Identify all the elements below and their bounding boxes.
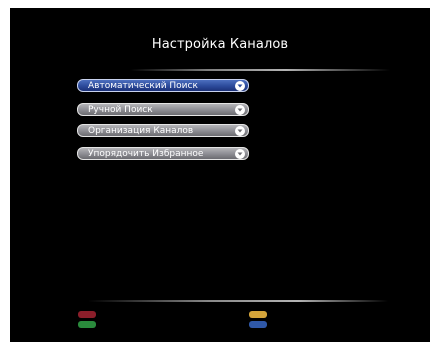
- chevron-down-icon: [235, 81, 245, 91]
- blue-key-button[interactable]: [249, 321, 267, 328]
- tv-screen: [10, 8, 430, 342]
- page-title: Настройка Каналов: [151, 37, 289, 52]
- red-key-button[interactable]: [78, 311, 96, 318]
- yellow-key-button[interactable]: [249, 311, 267, 318]
- menu-item-sort-favorites[interactable]: Упорядочить Избранное: [77, 147, 249, 160]
- title-divider: [130, 69, 390, 71]
- menu-item-label: Ручной Поиск: [88, 105, 153, 115]
- footer-divider: [88, 300, 388, 302]
- green-key-button[interactable]: [78, 321, 96, 328]
- chevron-down-icon: [235, 126, 245, 136]
- menu-item-organize-channels[interactable]: Организация Каналов: [77, 124, 249, 137]
- chevron-down-icon: [235, 105, 245, 115]
- menu-item-label: Организация Каналов: [88, 126, 194, 136]
- menu-item-label: Автоматический Поиск: [88, 81, 198, 91]
- menu-item-manual-search[interactable]: Ручной Поиск: [77, 103, 249, 116]
- chevron-down-icon: [235, 149, 245, 159]
- menu-item-auto-search[interactable]: Автоматический Поиск: [77, 79, 249, 92]
- menu-item-label: Упорядочить Избранное: [88, 149, 204, 159]
